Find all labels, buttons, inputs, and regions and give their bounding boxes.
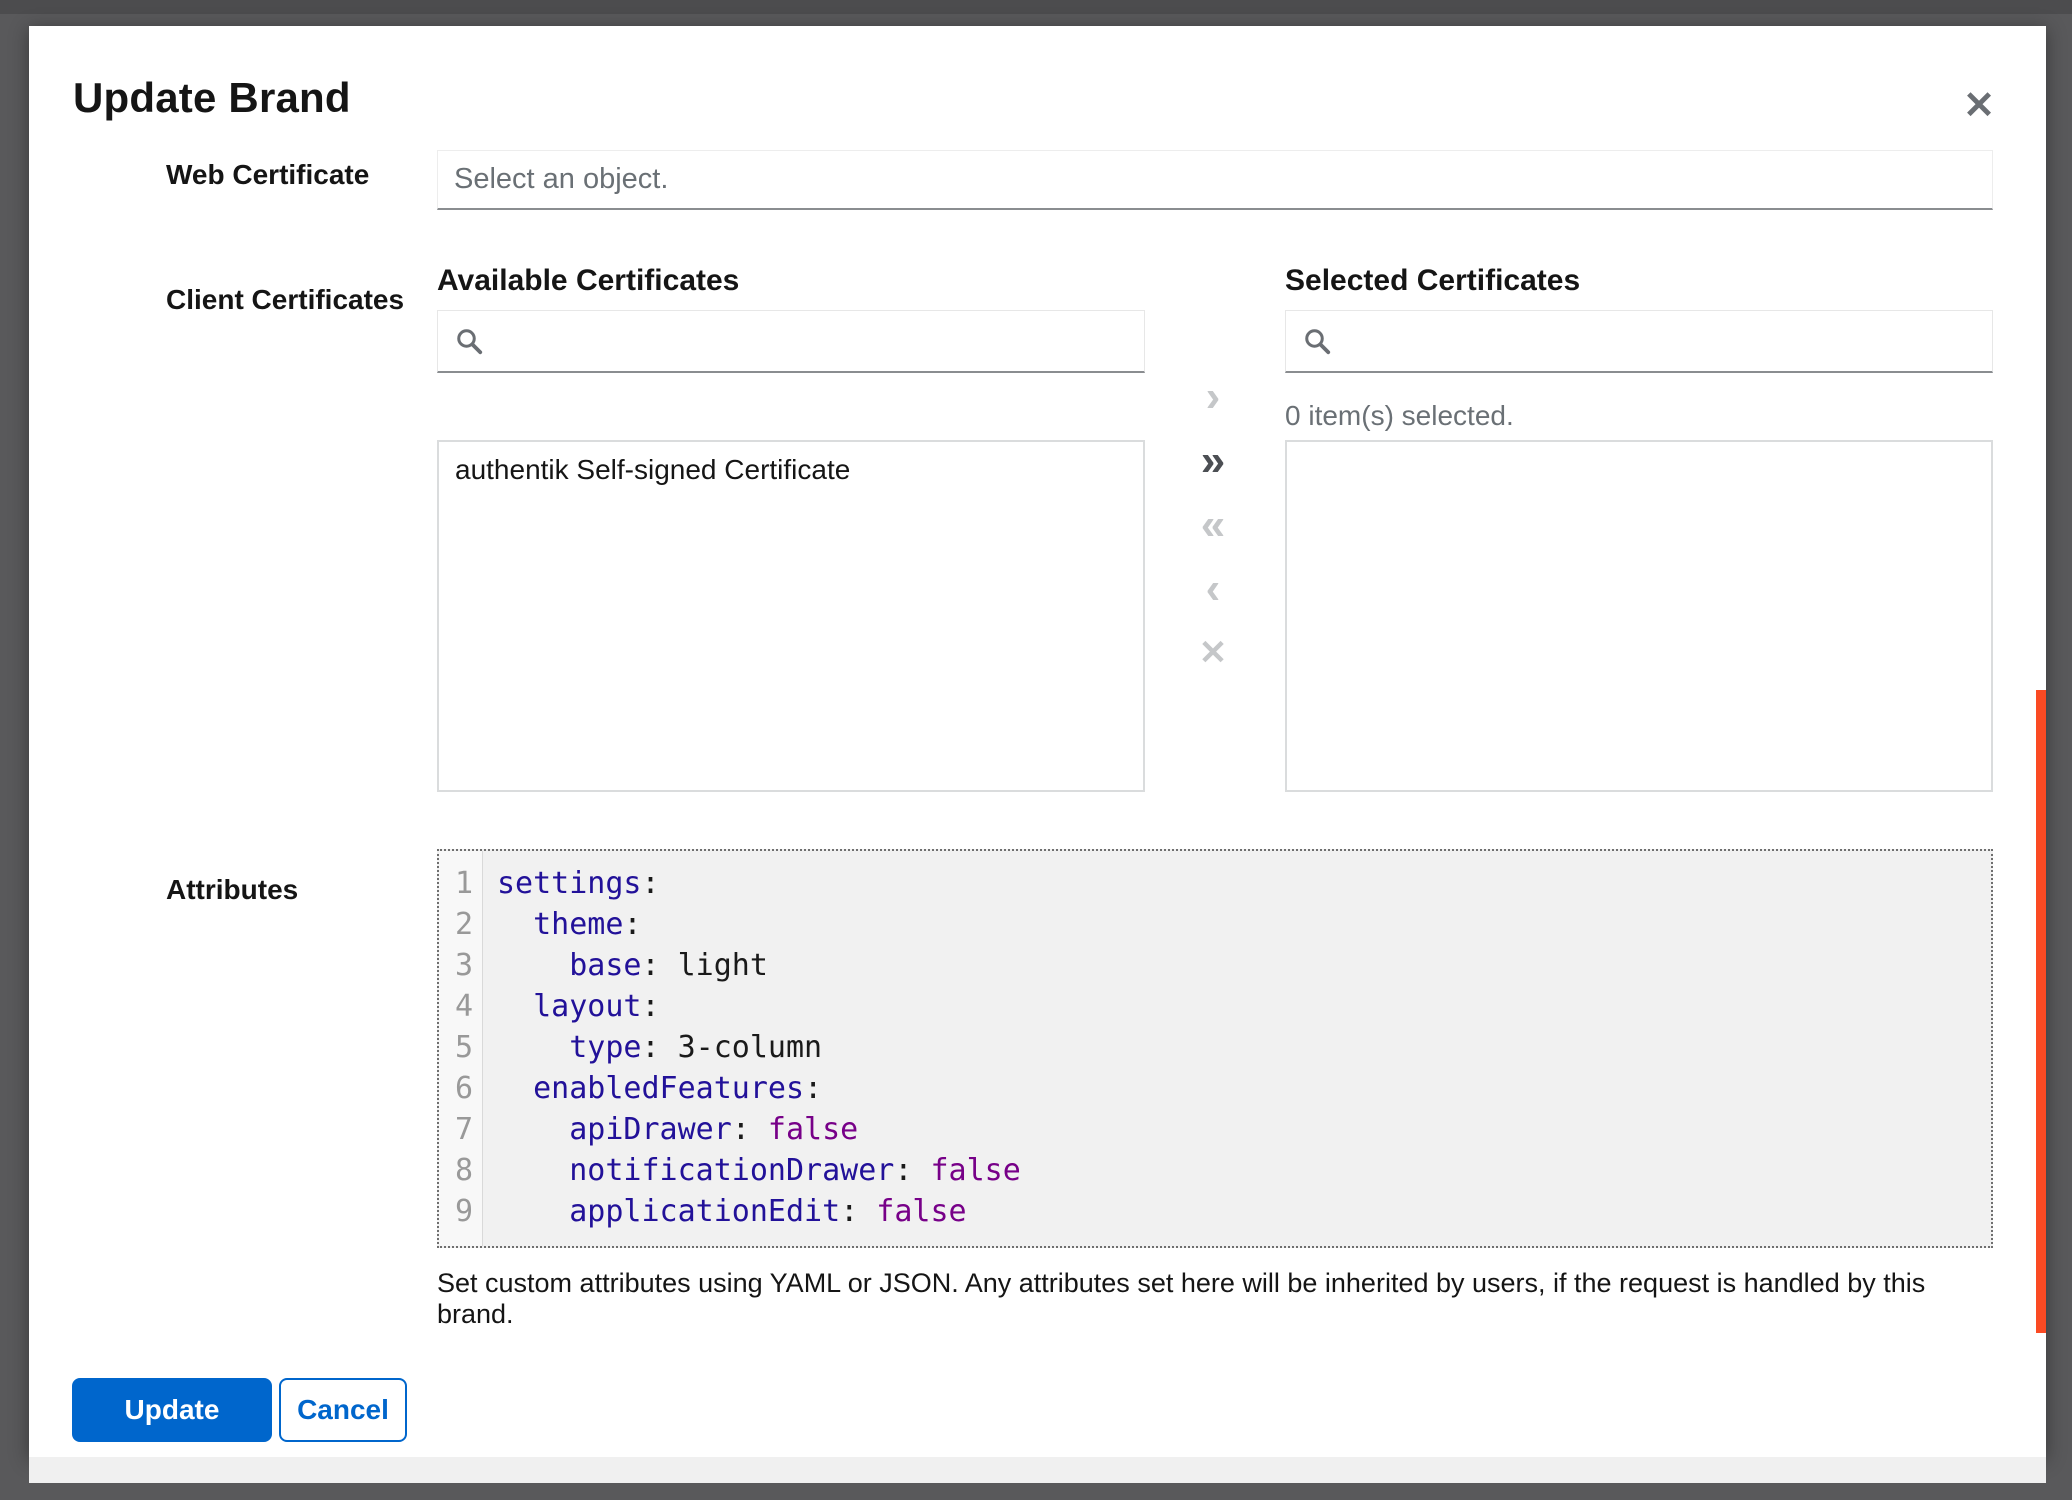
- line-number: 9: [439, 1191, 483, 1232]
- available-search-input[interactable]: [484, 311, 1144, 371]
- code-line: 3 base: light: [439, 945, 1991, 986]
- transfer-controls: › » « ‹ ✕: [1175, 377, 1251, 697]
- search-icon: [454, 326, 484, 356]
- code-line: 7 apiDrawer: false: [439, 1109, 1991, 1150]
- line-number: 4: [439, 986, 483, 1027]
- remove-selected-icon[interactable]: ‹: [1175, 569, 1251, 609]
- selected-certificates-heading: Selected Certificates: [1285, 264, 1580, 298]
- available-search: [437, 310, 1145, 373]
- selected-search: [1285, 310, 1993, 373]
- line-number: 3: [439, 945, 483, 986]
- list-item[interactable]: authentik Self-signed Certificate: [439, 442, 1143, 498]
- code-line: 8 notificationDrawer: false: [439, 1150, 1991, 1191]
- code-line: 2 theme:: [439, 904, 1991, 945]
- line-number: 6: [439, 1068, 483, 1109]
- add-selected-icon[interactable]: ›: [1175, 377, 1251, 417]
- selected-search-input[interactable]: [1332, 311, 1992, 371]
- add-all-icon[interactable]: »: [1175, 441, 1251, 481]
- available-certificates-list: authentik Self-signed Certificate: [437, 440, 1145, 792]
- line-number: 8: [439, 1150, 483, 1191]
- remove-all-icon[interactable]: «: [1175, 505, 1251, 545]
- clear-selection-icon[interactable]: ✕: [1175, 633, 1251, 673]
- line-number: 1: [439, 863, 483, 904]
- line-number: 5: [439, 1027, 483, 1068]
- page-background-strip: [29, 1457, 2046, 1483]
- selected-certificates-list: [1285, 440, 1993, 792]
- available-certificates-heading: Available Certificates: [437, 264, 739, 298]
- web-certificate-label: Web Certificate: [166, 159, 369, 191]
- attributes-help-text: Set custom attributes using YAML or JSON…: [437, 1268, 1997, 1330]
- code-line: 4 layout:: [439, 986, 1991, 1027]
- code-lines: 1 settings: 2 theme: 3 base: light 4 lay…: [439, 863, 1991, 1232]
- client-certificates-label: Client Certificates: [166, 284, 404, 316]
- close-button[interactable]: ✕: [1949, 76, 2009, 136]
- attributes-label: Attributes: [166, 874, 298, 906]
- update-button[interactable]: Update: [72, 1378, 272, 1442]
- search-icon: [1302, 326, 1332, 356]
- update-brand-modal: Update Brand ✕ Web Certificate Client Ce…: [29, 26, 2046, 1457]
- selected-count-status: 0 item(s) selected.: [1285, 400, 1514, 432]
- attributes-code-editor[interactable]: 1 settings: 2 theme: 3 base: light 4 lay…: [437, 849, 1993, 1248]
- background-header-band: [0, 0, 2072, 14]
- scrollbar-thumb[interactable]: [2036, 690, 2046, 1333]
- line-number: 2: [439, 904, 483, 945]
- code-line: 1 settings:: [439, 863, 1991, 904]
- web-certificate-select[interactable]: [437, 150, 1993, 210]
- cancel-button[interactable]: Cancel: [279, 1378, 407, 1442]
- screen: Update Brand ✕ Web Certificate Client Ce…: [0, 0, 2072, 1500]
- close-icon: ✕: [1963, 85, 1995, 127]
- line-number: 7: [439, 1109, 483, 1150]
- modal-title: Update Brand: [73, 74, 351, 122]
- code-line: 5 type: 3-column: [439, 1027, 1991, 1068]
- code-line: 9 applicationEdit: false: [439, 1191, 1991, 1232]
- code-line: 6 enabledFeatures:: [439, 1068, 1991, 1109]
